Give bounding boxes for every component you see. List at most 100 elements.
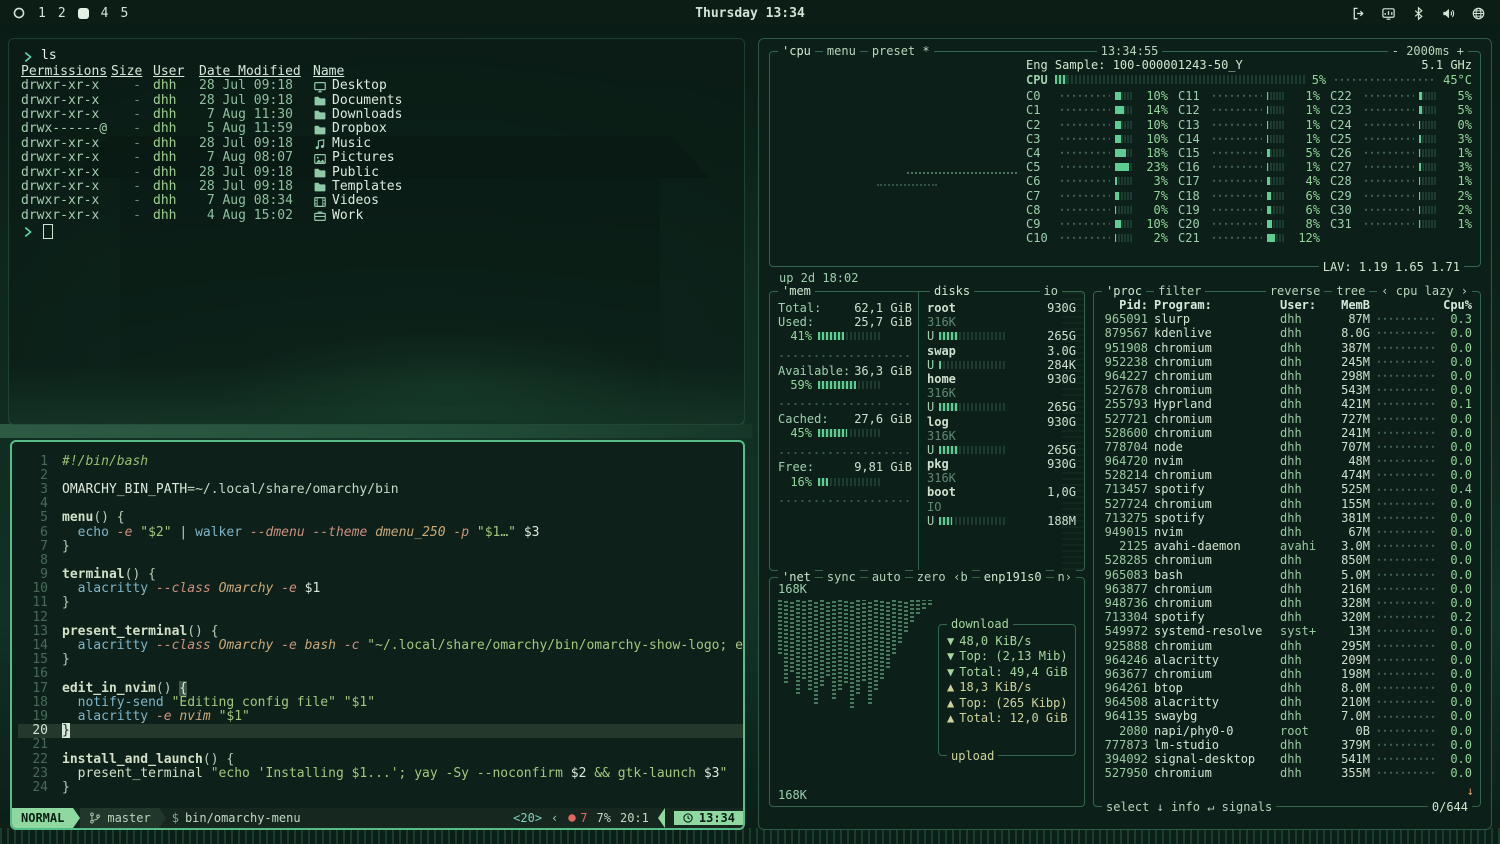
code-token: edit_in_nvim <box>62 681 156 696</box>
process-row[interactable]: 777873lm-studiodhh379M0.0 <box>1094 738 1480 752</box>
globe-icon[interactable] <box>1471 6 1486 21</box>
process-cpu: 0.0 <box>1442 440 1472 454</box>
core-row: C77% <box>1026 189 1168 203</box>
process-row[interactable]: 925888chromiumdhh295M0.0 <box>1094 639 1480 653</box>
process-row[interactable]: 964246alacrittydhh209M0.0 <box>1094 653 1480 667</box>
disk-used-meter <box>939 403 1005 411</box>
process-row[interactable]: 964135swaybgdhh7.0M0.0 <box>1094 709 1480 723</box>
folder-icon <box>313 180 327 194</box>
header-user[interactable]: User: <box>1280 298 1324 312</box>
process-mem: 210M <box>1330 695 1370 709</box>
proc-box-title[interactable]: 'proc <box>1102 284 1146 298</box>
process-row[interactable]: 255793Hyprlanddhh421M0.1 <box>1094 397 1480 411</box>
disks-title[interactable]: disks <box>930 284 974 298</box>
scroll-down-indicator[interactable]: ↓ <box>1467 784 1474 798</box>
mem-stat-value: 27,6 GiB <box>854 412 912 426</box>
download-arrow-icon: ▼ <box>947 634 954 648</box>
process-row[interactable]: 964720nvimdhh48M0.0 <box>1094 454 1480 468</box>
statusline-clock: 13:34 <box>674 811 743 825</box>
header-pid[interactable]: Pid: <box>1102 298 1148 312</box>
metrics-icon[interactable] <box>1381 6 1396 21</box>
core-row: C302% <box>1330 203 1472 217</box>
process-row[interactable]: 948736chromiumdhh328M0.0 <box>1094 596 1480 610</box>
cpu-box-title[interactable]: 'cpu <box>778 44 815 58</box>
workspace-2[interactable]: 2 <box>58 6 66 21</box>
core-percent: 18% <box>1138 146 1168 160</box>
mem-box-title[interactable]: 'mem <box>778 284 815 298</box>
core-graph <box>1363 161 1414 173</box>
menu-button[interactable]: menu <box>823 44 860 58</box>
process-cpu: 0.0 <box>1442 582 1472 596</box>
workspace-4[interactable]: 4 <box>101 6 109 21</box>
process-row[interactable]: 713275spotifydhh381M0.0 <box>1094 511 1480 525</box>
proc-footer-keys[interactable]: select ↓ info ↵ signals <box>1102 800 1276 814</box>
process-row[interactable]: 527950chromiumdhh355M0.0 <box>1094 766 1480 780</box>
filter-button[interactable]: filter <box>1154 284 1205 298</box>
volume-icon[interactable] <box>1441 6 1456 21</box>
process-row[interactable]: 963877chromiumdhh216M0.0 <box>1094 582 1480 596</box>
process-row[interactable]: 528214chromiumdhh474M0.0 <box>1094 468 1480 482</box>
process-row[interactable]: 549972systemd-resolvesyst+13M0.0 <box>1094 624 1480 638</box>
process-row[interactable]: 879567kdenlivedhh8.0G0.0 <box>1094 326 1480 340</box>
process-row[interactable]: 528285chromiumdhh850M0.0 <box>1094 553 1480 567</box>
sync-button[interactable]: sync <box>823 570 860 584</box>
iface-prev-button[interactable]: ‹b <box>949 570 971 584</box>
core-graph <box>1059 161 1110 173</box>
logout-icon[interactable] <box>1351 6 1366 21</box>
workspace-5[interactable]: 5 <box>120 6 128 21</box>
reverse-button[interactable]: reverse <box>1266 284 1325 298</box>
code-text: } <box>62 780 70 795</box>
prompt-line-2[interactable] <box>21 224 732 239</box>
cpu-frequency: 5.1 GHz <box>1421 58 1472 72</box>
process-mem: 381M <box>1330 511 1370 525</box>
process-row[interactable]: 964227chromiumdhh298M0.0 <box>1094 369 1480 383</box>
workspace-1[interactable]: 1 <box>38 6 46 21</box>
core-percent: 3% <box>1138 174 1168 188</box>
launcher-icon[interactable] <box>12 6 26 20</box>
process-row[interactable]: 527721chromiumdhh727M0.0 <box>1094 412 1480 426</box>
process-row[interactable]: 528600chromiumdhh241M0.0 <box>1094 426 1480 440</box>
tree-button[interactable]: tree <box>1332 284 1369 298</box>
process-name: chromium <box>1154 553 1274 567</box>
core-graph <box>1211 119 1262 131</box>
process-row[interactable]: 965083bashdhh5.0M0.0 <box>1094 568 1480 582</box>
process-row[interactable]: 951908chromiumdhh387M0.0 <box>1094 341 1480 355</box>
zero-button[interactable]: zero <box>913 570 950 584</box>
process-row[interactable]: 2080napi/phy0-0root0B0.0 <box>1094 724 1480 738</box>
file-name-label: Work <box>332 209 363 224</box>
header-program[interactable]: Program: <box>1154 298 1274 312</box>
process-row[interactable]: 713304spotifydhh320M0.2 <box>1094 610 1480 624</box>
code-area[interactable]: 1#!/bin/bash23OMARCHY_BIN_PATH=~/.local/… <box>12 442 743 808</box>
process-row[interactable]: 964508alacrittydhh210M0.0 <box>1094 695 1480 709</box>
io-button[interactable]: io <box>1040 284 1062 298</box>
process-row[interactable]: 778704nodedhh707M0.0 <box>1094 440 1480 454</box>
core-graph <box>1059 175 1110 187</box>
workspace-active-indicator[interactable] <box>78 8 89 19</box>
core-label: C5 <box>1026 160 1054 174</box>
code-text: } <box>62 723 70 738</box>
process-pid: 963677 <box>1102 667 1148 681</box>
preset-button[interactable]: preset * <box>868 44 934 58</box>
process-row[interactable]: 952238chromiumdhh245M0.0 <box>1094 355 1480 369</box>
file-size: - <box>111 194 141 209</box>
process-cpu: 0.0 <box>1442 624 1472 638</box>
process-row[interactable]: 963677chromiumdhh198M0.0 <box>1094 667 1480 681</box>
header-mem[interactable]: MemB <box>1330 298 1370 312</box>
process-name: alacritty <box>1154 695 1274 709</box>
process-row[interactable]: 394092signal-desktopdhh541M0.0 <box>1094 752 1480 766</box>
auto-button[interactable]: auto <box>868 570 905 584</box>
process-row[interactable]: 964261btopdhh8.0M0.0 <box>1094 681 1480 695</box>
core-label: C16 <box>1178 160 1206 174</box>
bluetooth-icon[interactable] <box>1411 6 1426 21</box>
process-row[interactable]: 949015nvimdhh67M0.0 <box>1094 525 1480 539</box>
update-rate-control[interactable]: - 2000ms + <box>1388 44 1468 58</box>
process-row[interactable]: 527724chromiumdhh155M0.0 <box>1094 497 1480 511</box>
iface-next-button[interactable]: n› <box>1054 570 1076 584</box>
process-row[interactable]: 713457spotifydhh525M0.4 <box>1094 482 1480 496</box>
process-row[interactable]: 527678chromiumdhh543M0.0 <box>1094 383 1480 397</box>
sort-column-selector[interactable]: ‹ cpu lazy › <box>1377 284 1472 298</box>
process-row[interactable]: 965091slurpdhh87M0.3 <box>1094 312 1480 326</box>
header-cpu[interactable]: Cpu% <box>1442 298 1472 312</box>
process-row[interactable]: 2125avahi-daemonavahi3.0M0.0 <box>1094 539 1480 553</box>
process-count: 0/644 <box>1428 800 1472 814</box>
